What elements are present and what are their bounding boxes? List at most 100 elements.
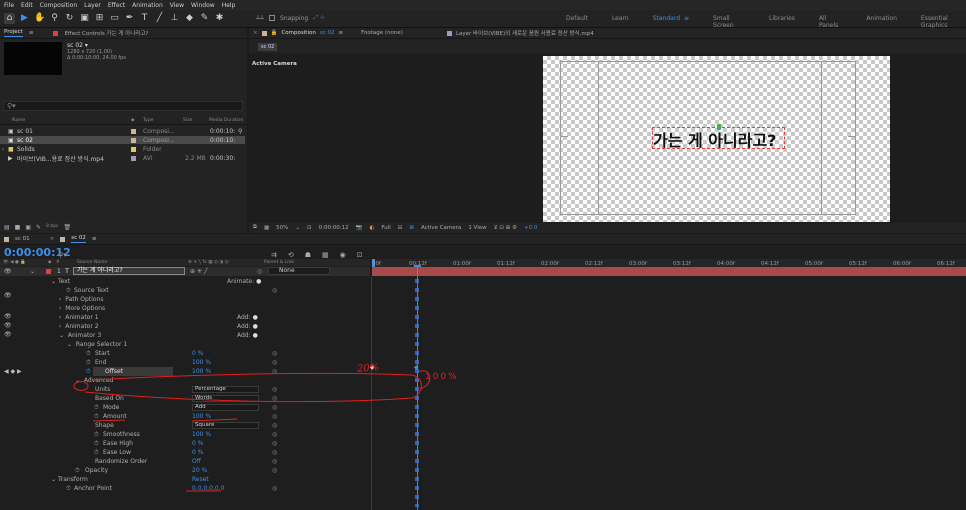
interpret-footage-icon[interactable]: ▤	[4, 224, 10, 231]
expand-chevron-icon[interactable]: ›	[2, 146, 4, 153]
toggle-icons[interactable]: ⊻ ⊡ ⊞ ⚙	[494, 225, 517, 231]
eraser-tool-icon[interactable]: ◆	[184, 13, 195, 24]
bpc-label[interactable]: 8 bpc	[46, 224, 58, 231]
snapping-checkbox[interactable]	[269, 15, 276, 21]
zoom-tool-icon[interactable]: ⚲	[49, 13, 60, 24]
camera-tool-icon[interactable]: ▣	[79, 13, 90, 24]
transparency-icon[interactable]: ⊠	[409, 225, 414, 231]
project-item-type: AVI	[143, 154, 153, 162]
comp-duration: Δ 0:00:10:00, 24.00 fps	[67, 55, 126, 61]
label-swatch[interactable]	[131, 155, 136, 161]
tab-project[interactable]: Project	[4, 29, 23, 37]
workspace-animation[interactable]: Animation	[866, 15, 897, 29]
project-search-input[interactable]: ⚲▾	[3, 101, 243, 111]
annotation-loop-stroke	[84, 372, 422, 403]
menu-animation[interactable]: Animation	[132, 2, 163, 9]
project-item-selected[interactable]: ▣ sc 02 Composi... 0:00:10:	[0, 136, 245, 144]
footage-icon: ▶	[8, 154, 13, 162]
type-tool-icon[interactable]: T	[139, 13, 150, 24]
align-icon[interactable]: ⟂⟂	[256, 14, 264, 22]
lock-icon[interactable]: 🔒	[271, 30, 278, 36]
anchor-point-handle[interactable]	[717, 124, 721, 130]
puppet-tool-icon[interactable]: ✱	[214, 13, 225, 24]
annotation-20-percent: 20%	[356, 362, 380, 375]
camera-icon[interactable]: 📷	[356, 225, 363, 231]
menu-layer[interactable]: Layer	[84, 2, 101, 9]
close-icon[interactable]: ×	[253, 30, 258, 36]
viewer-canvas-area[interactable]: Active Camera 가는 게 아니라고?	[249, 53, 966, 223]
pan-behind-tool-icon[interactable]: ⊞	[94, 13, 105, 24]
effect-controls-swatch-icon	[53, 30, 59, 36]
render-toggle-icon[interactable]: ⧉	[253, 224, 257, 231]
region-icon[interactable]: ⊟	[398, 225, 403, 231]
menu-composition[interactable]: Composition	[40, 2, 77, 9]
tab-footage[interactable]: Footage (none)	[361, 30, 403, 36]
flowchart-icon[interactable]: ⚲	[238, 128, 242, 135]
menu-effect[interactable]: Effect	[108, 2, 125, 9]
new-composition-icon[interactable]: ▣	[25, 224, 31, 231]
brush-tool-icon[interactable]: ╱	[154, 13, 165, 24]
menu-view[interactable]: View	[170, 2, 184, 9]
color-icon[interactable]: ◐	[370, 225, 375, 231]
snap-options-icon[interactable]: ⤢ ⊹	[313, 14, 325, 22]
workspace-essential-graphics[interactable]: Essential Graphics	[921, 15, 966, 29]
workspace-standard[interactable]: Standard	[653, 15, 680, 29]
tab-composition[interactable]: Composition	[281, 30, 315, 36]
delete-icon[interactable]: 🗑	[64, 224, 72, 231]
canvas-text[interactable]: 가는 게 아니라고?	[653, 127, 776, 151]
timeline-panel: sc 01 × sc 02 ≡ 0:00:00:12 00012 (24.00 …	[0, 234, 966, 510]
zoom-select[interactable]: 50%	[276, 225, 288, 231]
new-folder-icon[interactable]: ■	[15, 224, 21, 231]
composition-icon: ▣	[8, 136, 14, 144]
grid-icon[interactable]: ▦	[264, 225, 269, 231]
camera-select[interactable]: Active Camera	[421, 225, 461, 231]
rectangle-tool-icon[interactable]: ▭	[109, 13, 120, 24]
panel-menu-icon[interactable]: ≡	[29, 30, 34, 36]
comp-breadcrumb[interactable]: sc 02	[258, 43, 278, 51]
exposure-value[interactable]: +0.0	[524, 225, 537, 231]
selection-tool-icon[interactable]: ▶	[19, 13, 30, 24]
comp-canvas[interactable]: 가는 게 아니라고?	[543, 56, 890, 222]
pen-tool-icon[interactable]: ✒	[124, 13, 135, 24]
project-item[interactable]: › ■ Solids Folder	[0, 145, 245, 153]
menu-edit[interactable]: Edit	[21, 2, 33, 9]
workspace-learn[interactable]: Learn	[612, 15, 629, 29]
project-settings-icon[interactable]: ✎	[36, 224, 41, 231]
menu-help[interactable]: Help	[222, 2, 236, 9]
viewer-menu-icon[interactable]: ≡	[338, 30, 343, 36]
tool-icons: ⌂ ▶ ✋ ⚲ ↻ ▣ ⊞ ▭ ✒ T ╱ ⊥ ◆ ✎ ✱	[4, 13, 225, 24]
tab-composition-link[interactable]: sc 02	[320, 30, 335, 36]
workspace-all-panels[interactable]: All Panels	[819, 15, 842, 29]
label-col-icon[interactable]: ◆	[131, 118, 134, 123]
label-swatch[interactable]	[131, 137, 136, 143]
project-item-duration: 0:00:10:	[210, 136, 236, 144]
tab-effect-controls[interactable]: Effect Controls 가는 게 아니라고?	[64, 29, 148, 37]
menu-file[interactable]: File	[4, 2, 14, 9]
col-type[interactable]: Type	[143, 118, 153, 123]
rotate-tool-icon[interactable]: ↻	[64, 13, 75, 24]
project-item[interactable]: ▶ 바이브(VIB...용료 정산 방식.mp4 AVI 2.2 MB 0:00…	[0, 154, 245, 163]
workspace-default[interactable]: Default	[566, 15, 588, 29]
workspace-menu-icon[interactable]: ≡	[684, 15, 689, 29]
workspace-small-screen[interactable]: Small Screen	[713, 15, 745, 29]
resolution-select[interactable]: Full	[381, 225, 390, 231]
comp-swatch-icon	[261, 30, 267, 36]
clone-stamp-tool-icon[interactable]: ⊥	[169, 13, 180, 24]
label-swatch[interactable]	[131, 128, 136, 134]
hand-tool-icon[interactable]: ✋	[34, 13, 45, 24]
comp-thumbnail	[4, 42, 62, 75]
timecode-field[interactable]: 0:00:00:12	[319, 225, 349, 231]
workspace-libraries[interactable]: Libraries	[769, 15, 795, 29]
project-item[interactable]: ▣ sc 01 Composi... 0:00:10: ⚲	[0, 127, 245, 135]
col-name[interactable]: Name	[12, 118, 25, 123]
col-duration[interactable]: Media Duration	[209, 118, 244, 123]
views-select[interactable]: 1 View	[468, 225, 486, 231]
menu-window[interactable]: Window	[191, 2, 215, 9]
viewer-footer: ⧉ ▦ 50% ⌄ ⊡ 0:00:00:12 📷 ◐ Full ⊟ ⊠ Acti…	[249, 222, 966, 233]
col-size[interactable]: Size	[183, 118, 192, 123]
roto-brush-tool-icon[interactable]: ✎	[199, 13, 210, 24]
home-icon[interactable]: ⌂	[4, 13, 15, 24]
snapshot-icon[interactable]: ⊡	[307, 225, 312, 231]
tab-layer[interactable]: Layer 바이브(VIBE)의 새로운 음원 사용료 정산 방식.mp4	[456, 29, 594, 37]
label-swatch[interactable]	[131, 146, 136, 152]
